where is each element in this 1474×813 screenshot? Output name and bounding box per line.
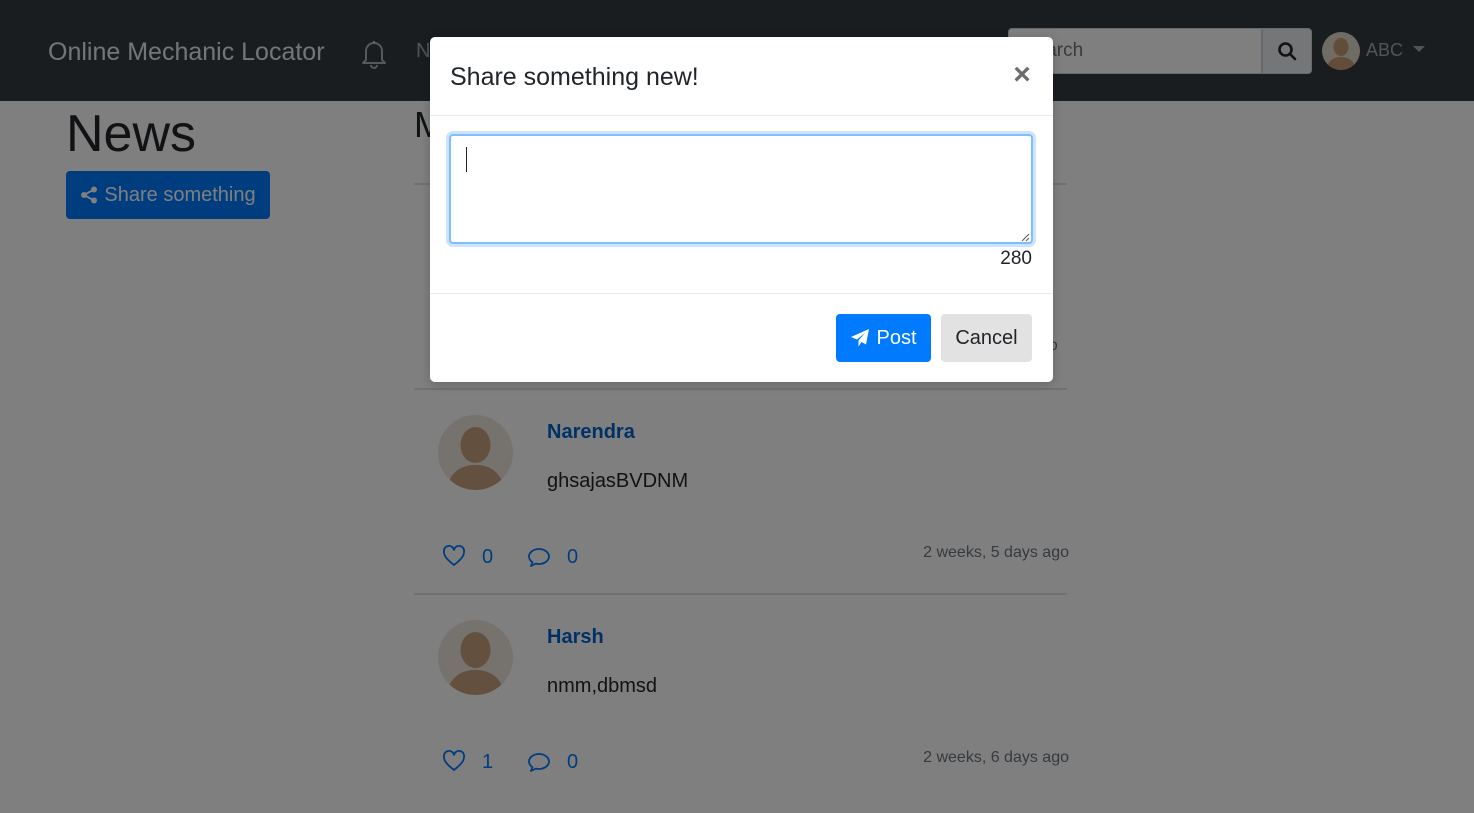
resize-grip-icon[interactable] [1021,233,1030,242]
paper-plane-icon [851,329,870,347]
cancel-button[interactable]: Cancel [941,314,1032,362]
modal-header-divider [430,115,1053,116]
char-count: 280 [1000,248,1032,269]
post-button-label: Post [876,326,917,349]
close-icon[interactable]: × [1006,57,1038,93]
text-cursor [466,147,467,172]
post-button[interactable]: Post [836,314,931,362]
post-textarea[interactable] [449,134,1033,244]
share-modal: Share something new! × 280 Post Cancel [430,37,1053,382]
modal-footer-divider [430,293,1053,294]
modal-title: Share something new! [450,63,699,91]
